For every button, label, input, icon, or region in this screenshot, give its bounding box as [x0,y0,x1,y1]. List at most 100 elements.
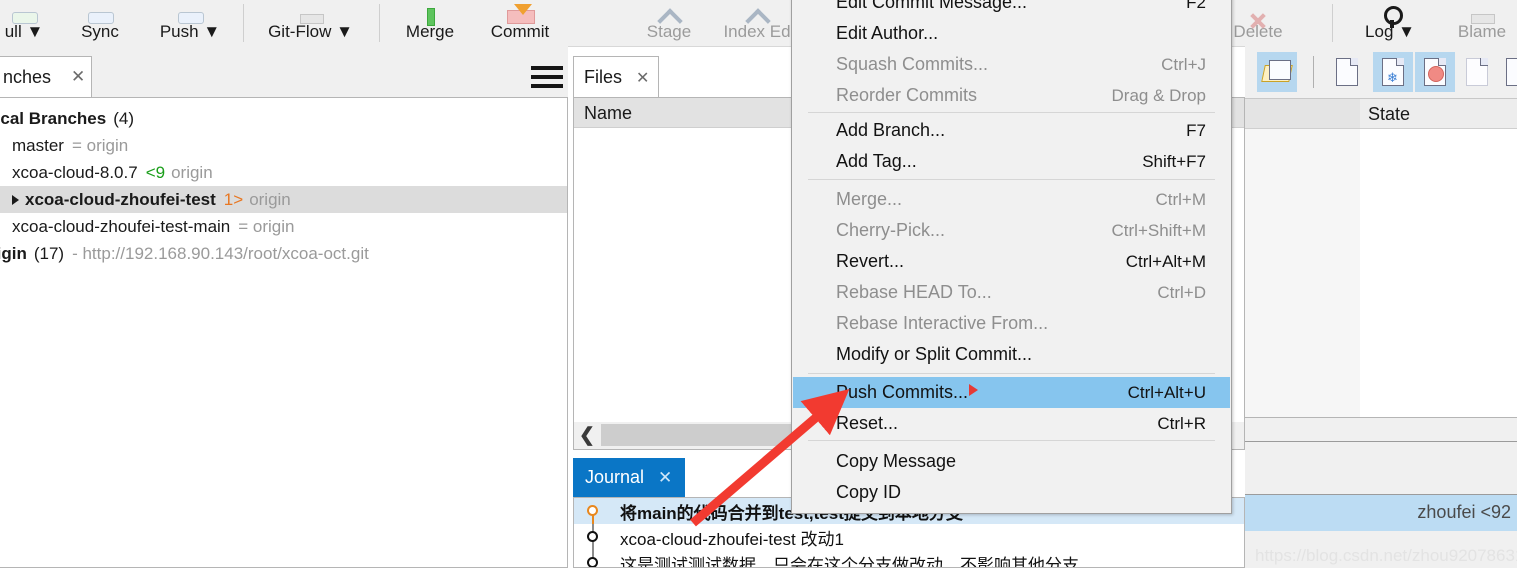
tab-branches-label: nches [3,67,52,87]
menu-shortcut: Ctrl+M [1155,189,1206,209]
menu-item-push-commits[interactable]: Push Commits... Ctrl+Alt+U [793,377,1230,408]
menu-item-copy-message[interactable]: Copy Message [793,446,1230,477]
index-editor-icon [742,0,772,34]
toolbar-button-push[interactable]: Push ▼ [145,0,235,46]
modified-file-icon[interactable] [1415,52,1455,92]
branch-row-master[interactable]: master = origin [0,132,567,159]
toolbar-button-log[interactable]: Log ▼ [1348,0,1432,46]
submenu-arrow-icon [969,384,978,396]
toolbar-label-push: Push ▼ [159,22,221,41]
menu-item-add-branch[interactable]: Add Branch... F7 [793,115,1230,146]
menu-item-modify-or-split-commit[interactable]: Modify or Split Commit... [793,339,1230,370]
toolbar-separator-files [1313,56,1314,88]
menu-item-rebase-head-to[interactable]: Rebase HEAD To... Ctrl+D [793,277,1230,308]
branch-row-xcoa-cloud-807[interactable]: xcoa-cloud-8.0.7 <9 origin [0,159,567,186]
sync-icon [85,0,115,24]
commit-graph-node [574,524,620,550]
remote-count: (17) [33,243,65,263]
chevron-left-icon[interactable]: ❮ [574,422,600,448]
menu-item-rebase-interactive-from[interactable]: Rebase Interactive From... [793,308,1230,339]
menu-item-copy-id[interactable]: Copy ID [793,477,1230,508]
branch-name: master [12,135,64,155]
menu-label: Reset... [836,413,899,433]
branch-row-xcoa-cloud-zhoufei-test[interactable]: xcoa-cloud-zhoufei-test 1> origin [0,186,567,213]
toolbar-button-merge[interactable]: Merge [388,0,472,46]
menu-label: Merge... [836,189,903,209]
menu-label: Cherry-Pick... [836,220,946,240]
branch-tracking: = origin [71,135,129,155]
branches-group-remote-origin[interactable]: rigin (17) - http://192.168.90.143/root/… [0,240,557,267]
menu-separator [808,373,1215,374]
menu-item-squash-commits[interactable]: Squash Commits... Ctrl+J [793,49,1230,80]
journal-row[interactable]: xcoa-cloud-zhoufei-test 改动1 [574,524,1244,550]
menu-item-reset[interactable]: Reset... Ctrl+R [793,408,1230,439]
commit-graph-node [574,498,620,524]
pull-icon [9,0,39,24]
new-file-icon[interactable]: ❄ [1373,52,1413,92]
toolbar-button-index-editor[interactable]: Index Ed [714,0,800,46]
branches-group-label: ocal Branches [0,108,107,128]
menu-separator [808,179,1215,180]
toolbar-button-sync[interactable]: Sync [58,0,142,46]
branch-ahead-behind: 1> [223,189,244,209]
menu-separator [808,112,1215,113]
toolbar-separator-2 [379,4,380,42]
branch-name: xcoa-cloud-zhoufei-test-main [12,216,231,236]
menu-item-cherry-pick[interactable]: Cherry-Pick... Ctrl+Shift+M [793,215,1230,246]
menu-item-edit-commit-message[interactable]: Edit Commit Message... F2 [793,0,1230,18]
toolbar-button-stage[interactable]: Stage [628,0,710,46]
open-folder-icon[interactable] [1257,52,1297,92]
tab-branches[interactable]: nches ✕ [0,56,92,98]
toolbar-separator-1 [243,4,244,42]
toolbar-label-commit: Commit [490,22,550,41]
commit-author-row[interactable]: zhoufei <92 [1245,495,1517,531]
watermark-url: https://blog.csdn.net/zhou920786312 [1255,546,1517,565]
conflict-file-icon[interactable] [1497,52,1517,92]
menu-shortcut: Ctrl+J [1161,54,1206,74]
toolbar-button-blame[interactable]: Blame [1440,0,1517,46]
detail-header-blank-cell [1245,99,1360,128]
close-icon[interactable]: ✕ [658,468,672,488]
detail-section-1 [1245,417,1517,442]
menu-shortcut: Drag & Drop [1111,85,1206,105]
journal-row[interactable]: 这是测试测试数据，只会在这个分支做改动，不影响其他分支 [574,550,1244,567]
menu-item-revert[interactable]: Revert... Ctrl+Alt+M [793,246,1230,277]
detail-column-state[interactable]: State [1368,104,1410,125]
commit-detail-panel: ❄ State zhoufei <92 https://blog.csdn.ne… [1245,46,1517,568]
ghost-file-icon[interactable] [1457,52,1497,92]
menu-item-reorder-commits[interactable]: Reorder Commits Drag & Drop [793,80,1230,111]
branches-tree: ocal Branches (4) master = origin xcoa-c… [0,97,568,568]
menu-label: Add Tag... [836,151,917,171]
files-column-name[interactable]: Name [584,103,632,124]
menu-item-merge[interactable]: Merge... Ctrl+M [793,184,1230,215]
branches-group-local[interactable]: ocal Branches (4) [0,105,557,132]
journal-message: xcoa-cloud-zhoufei-test 改动1 [620,529,844,549]
tab-journal[interactable]: Journal ✕ [573,458,685,498]
close-icon[interactable]: ✕ [71,67,85,87]
blame-icon [1467,0,1497,24]
detail-table-body [1245,129,1517,417]
commit-graph-node [574,550,620,567]
menu-separator [808,440,1215,441]
hamburger-icon[interactable] [531,66,563,88]
detail-divider [1245,417,1517,418]
detail-body-gutter [1245,129,1360,417]
toolbar-button-commit[interactable]: Commit [474,0,566,46]
menu-label: Rebase Interactive From... [836,313,1049,333]
branch-name: xcoa-cloud-8.0.7 [12,162,138,182]
branch-row-xcoa-cloud-zhoufei-test-main[interactable]: xcoa-cloud-zhoufei-test-main = origin [0,213,567,240]
menu-item-edit-author[interactable]: Edit Author... [793,18,1230,49]
tab-files[interactable]: Files ✕ [573,56,659,98]
menu-label: Squash Commits... [836,54,989,74]
menu-item-add-tag[interactable]: Add Tag... Shift+F7 [793,146,1230,177]
menu-shortcut: Ctrl+Shift+M [1111,220,1206,240]
menu-label: Copy Message [836,451,957,471]
toolbar-button-gitflow[interactable]: Git-Flow ▼ [248,0,373,46]
menu-label: Push Commits... [836,382,969,402]
menu-label: Add Branch... [836,120,946,140]
stage-icon [654,0,684,34]
close-icon[interactable]: ✕ [636,68,649,88]
gitflow-icon [296,0,326,24]
blank-file-icon[interactable] [1327,52,1367,92]
expander-triangle-icon[interactable] [12,194,19,205]
